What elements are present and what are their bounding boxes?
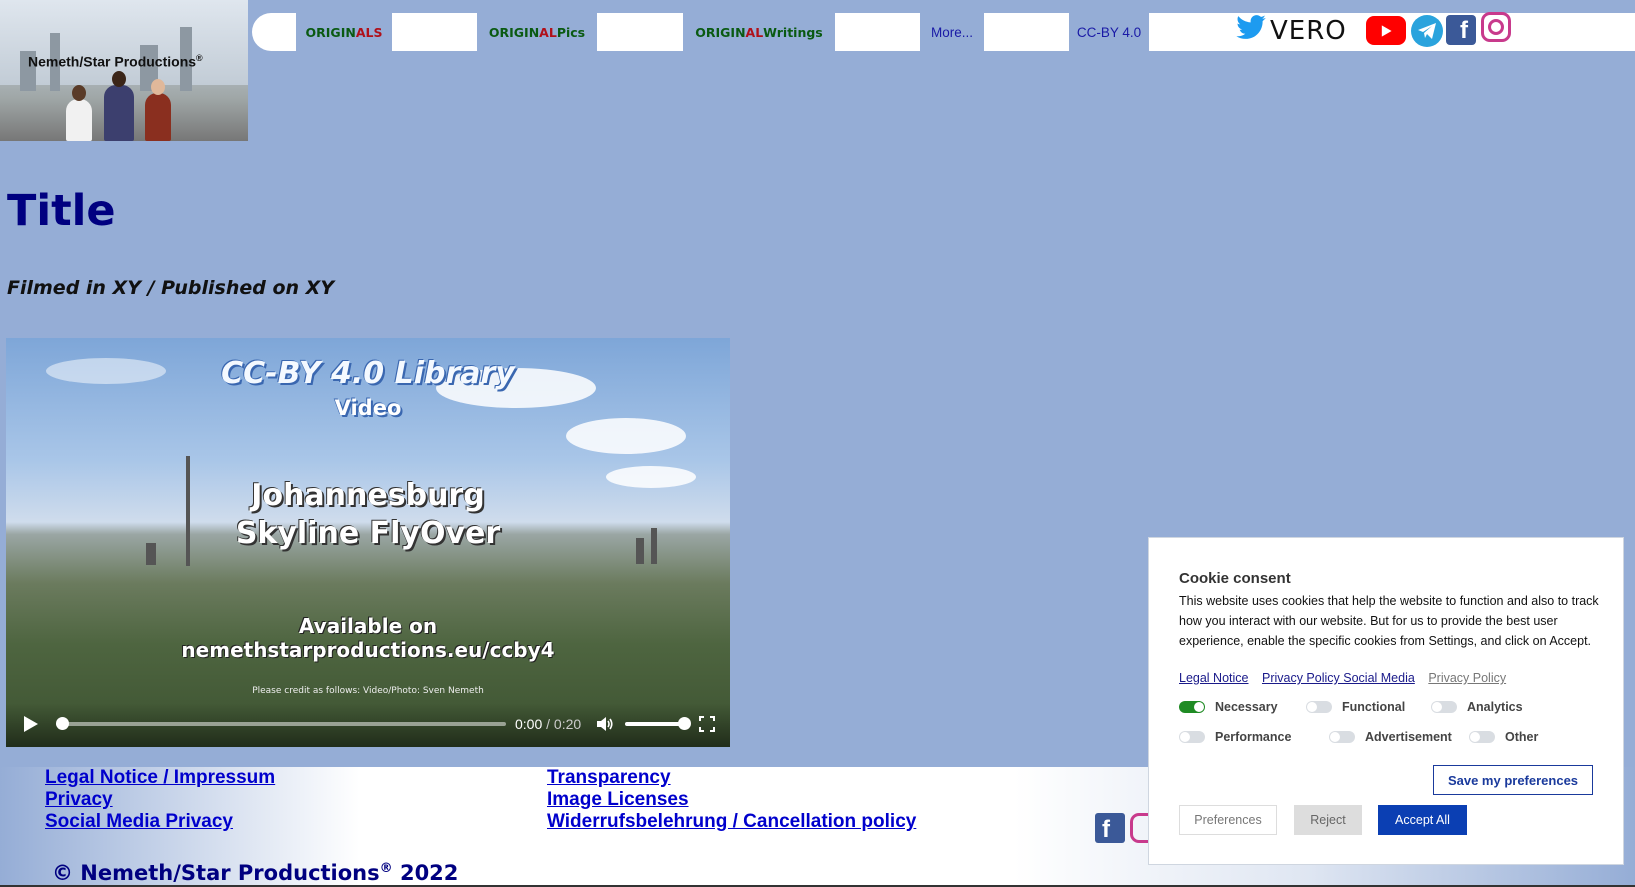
toggle-analytics-label: Analytics xyxy=(1467,700,1523,714)
video-place-line1: Johannesburg xyxy=(251,478,485,513)
toggle-other-label: Other xyxy=(1505,730,1539,744)
video-player[interactable]: CC-BY 4.0 Library Video Johannesburg Sky… xyxy=(6,338,730,747)
video-available: Available on xyxy=(298,614,438,638)
save-preferences-button[interactable]: Save my preferences xyxy=(1433,765,1593,795)
toggle-functional[interactable]: Functional xyxy=(1306,700,1405,714)
volume-slider[interactable] xyxy=(625,717,691,730)
logo-title: Nemeth/Star Productions® xyxy=(28,53,203,70)
play-icon[interactable] xyxy=(24,716,38,732)
nav-pics-label-c: Pics xyxy=(556,24,586,40)
footer-link-legal[interactable]: Legal Notice / Impressum xyxy=(45,767,275,789)
video-time-total: 0:20 xyxy=(553,716,582,732)
video-time-separator: / xyxy=(542,716,554,732)
video-library-title: CC-BY 4.0 Library xyxy=(221,356,515,391)
cookie-consent-dialog: Cookie consent This website uses cookies… xyxy=(1148,537,1624,865)
switch-icon[interactable] xyxy=(1329,731,1355,743)
cookie-link-privacy[interactable]: Privacy Policy xyxy=(1428,671,1506,685)
video-cloud xyxy=(566,418,686,454)
switch-icon[interactable] xyxy=(1179,731,1205,743)
copyright: © Nemeth/Star Productions® 2022 xyxy=(52,861,458,885)
logo-sky xyxy=(0,0,248,85)
video-credit: Please credit as follows: Video/Photo: S… xyxy=(252,686,484,696)
cookie-text: This website uses cookies that help the … xyxy=(1179,594,1599,648)
copyright-mark: ® xyxy=(379,861,393,876)
twitter-icon[interactable] xyxy=(1235,12,1267,44)
toggle-necessary-label: Necessary xyxy=(1215,700,1278,714)
site-logo[interactable]: Nemeth/Star Productions® xyxy=(0,0,248,141)
nav-pics-label-a: ORIGIN xyxy=(488,24,540,40)
progress-knob[interactable] xyxy=(56,717,69,730)
toggle-performance-label: Performance xyxy=(1215,730,1292,744)
nav-originals-label-b: ALS xyxy=(355,24,383,40)
reject-button[interactable]: Reject xyxy=(1294,805,1362,835)
youtube-icon[interactable] xyxy=(1366,16,1406,45)
nav-writings-label-c: Writings xyxy=(763,24,823,40)
nav-original-writings[interactable]: ORIGIN AL Writings xyxy=(683,13,835,51)
footer-link-privacy[interactable]: Privacy xyxy=(45,789,113,811)
telegram-icon[interactable] xyxy=(1411,15,1443,47)
video-time-current: 0:00 xyxy=(515,716,543,732)
video-place-line2: Skyline FlyOver xyxy=(235,516,501,551)
nav-writings-label-b: AL xyxy=(745,24,764,40)
nav-more-label: More... xyxy=(930,24,973,40)
cookie-title: Cookie consent xyxy=(1179,570,1291,587)
footer-link-transparency[interactable]: Transparency xyxy=(547,767,671,789)
cookie-link-social-privacy[interactable]: Privacy Policy Social Media xyxy=(1262,671,1415,685)
footer-link-social-privacy[interactable]: Social Media Privacy xyxy=(45,811,233,833)
logo-person xyxy=(104,71,134,141)
switch-icon[interactable] xyxy=(1431,701,1457,713)
footer-link-cancellation[interactable]: Widerrufsbelehrung / Cancellation policy xyxy=(547,811,916,833)
accept-all-button[interactable]: Accept All xyxy=(1378,805,1467,835)
switch-icon[interactable] xyxy=(1469,731,1495,743)
logo-person xyxy=(145,79,171,141)
copyright-holder: © Nemeth/Star Productions xyxy=(52,861,380,885)
video-url: nemethstarproductions.eu/ccby4 xyxy=(181,638,555,662)
switch-icon[interactable] xyxy=(1179,701,1205,713)
vero-icon[interactable]: VERO xyxy=(1270,16,1347,46)
volume-knob[interactable] xyxy=(678,717,691,730)
toggle-necessary[interactable]: Necessary xyxy=(1179,700,1278,714)
footer-link-image-licenses[interactable]: Image Licenses xyxy=(547,789,689,811)
video-controls: 0:00 / 0:20 xyxy=(6,703,730,747)
facebook-icon[interactable]: f xyxy=(1446,15,1476,45)
switch-icon[interactable] xyxy=(1306,701,1332,713)
video-progress-bar[interactable] xyxy=(56,717,506,730)
toggle-performance[interactable]: Performance xyxy=(1179,730,1291,744)
toggle-functional-label: Functional xyxy=(1342,700,1406,714)
toggle-analytics[interactable]: Analytics xyxy=(1431,700,1523,714)
preferences-button[interactable]: Preferences xyxy=(1179,805,1277,835)
toggle-advertisement[interactable]: Advertisement xyxy=(1329,730,1452,744)
instagram-icon[interactable] xyxy=(1481,12,1511,42)
nav-pics-label-b: AL xyxy=(539,24,557,40)
nav-more[interactable]: More... xyxy=(920,13,984,51)
nav-originals[interactable]: ORIGIN ALS xyxy=(296,13,392,51)
footer-facebook-icon[interactable]: f xyxy=(1095,813,1125,843)
page-title: Title xyxy=(7,186,116,236)
nav-ccby[interactable]: CC-BY 4.0 xyxy=(1069,13,1149,51)
toggle-other[interactable]: Other xyxy=(1469,730,1538,744)
toggle-advertisement-label: Advertisement xyxy=(1365,730,1452,744)
nav-writings-label-a: ORIGIN xyxy=(695,24,746,40)
page-subtitle: Filmed in XY / Published on XY xyxy=(7,277,335,299)
video-time: 0:00 / 0:20 xyxy=(515,716,581,732)
copyright-year: 2022 xyxy=(392,861,459,885)
nav-ccby-label: CC-BY 4.0 xyxy=(1076,24,1142,40)
cookie-links: Legal Notice Privacy Policy Social Media… xyxy=(1179,671,1516,685)
fullscreen-icon[interactable] xyxy=(699,716,715,732)
logo-person xyxy=(66,85,92,141)
cookie-link-legal[interactable]: Legal Notice xyxy=(1179,671,1249,685)
nav-original-pics[interactable]: ORIGIN AL Pics xyxy=(477,13,597,51)
video-label: Video xyxy=(334,396,402,420)
nav-originals-label-a: ORIGIN xyxy=(305,24,356,40)
volume-icon[interactable] xyxy=(596,716,614,732)
